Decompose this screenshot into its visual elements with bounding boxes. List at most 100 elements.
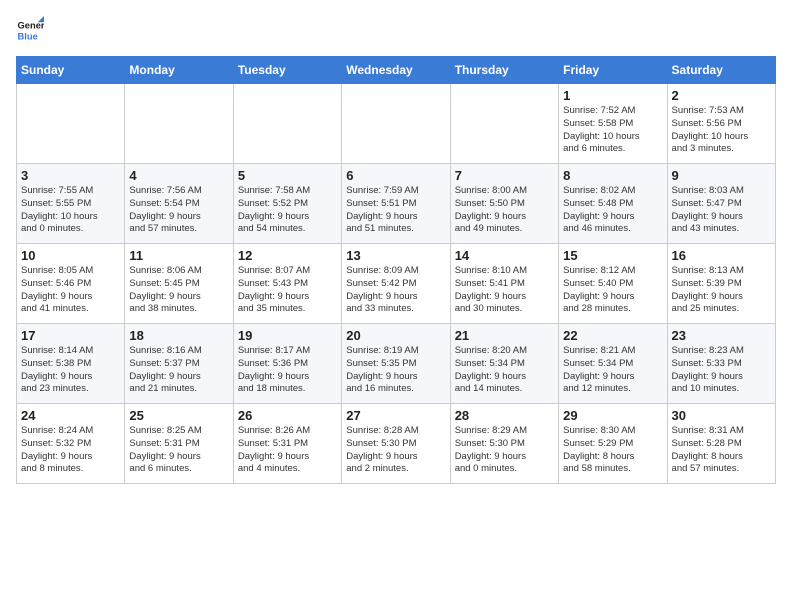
calendar-cell: 16 Sunrise: 8:13 AM Sunset: 5:39 PM Dayli… (667, 244, 775, 324)
day-header-saturday: Saturday (667, 57, 775, 84)
calendar-cell: 2Sunrise: 7:53 AM Sunset: 5:56 PM Daylig… (667, 84, 775, 164)
calendar-cell: 6 Sunrise: 7:59 AM Sunset: 5:51 PM Daylig… (342, 164, 450, 244)
day-header-friday: Friday (559, 57, 667, 84)
day-number: 10 (21, 248, 120, 263)
week-row-3: 10 Sunrise: 8:05 AM Sunset: 5:46 PM Dayli… (17, 244, 776, 324)
day-number: 27 (346, 408, 445, 423)
week-row-2: 3 Sunrise: 7:55 AM Sunset: 5:55 PM Daylig… (17, 164, 776, 244)
day-header-wednesday: Wednesday (342, 57, 450, 84)
calendar-cell: 19 Sunrise: 8:17 AM Sunset: 5:36 PM Dayli… (233, 324, 341, 404)
day-info: Sunrise: 8:31 AM Sunset: 5:28 PM Dayligh… (672, 425, 771, 476)
day-number: 19 (238, 328, 337, 343)
calendar-cell: 11 Sunrise: 8:06 AM Sunset: 5:45 PM Dayli… (125, 244, 233, 324)
day-number: 18 (129, 328, 228, 343)
day-info: Sunrise: 8:13 AM Sunset: 5:39 PM Dayligh… (672, 265, 771, 316)
day-info: Sunrise: 8:20 AM Sunset: 5:34 PM Dayligh… (455, 345, 554, 396)
day-number: 22 (563, 328, 662, 343)
day-info: Sunrise: 8:19 AM Sunset: 5:35 PM Dayligh… (346, 345, 445, 396)
calendar-cell: 29 Sunrise: 8:30 AM Sunset: 5:29 PM Dayli… (559, 404, 667, 484)
day-info: Sunrise: 8:07 AM Sunset: 5:43 PM Dayligh… (238, 265, 337, 316)
calendar-table: SundayMondayTuesdayWednesdayThursdayFrid… (16, 56, 776, 484)
calendar-cell: 13 Sunrise: 8:09 AM Sunset: 5:42 PM Dayli… (342, 244, 450, 324)
header-row: SundayMondayTuesdayWednesdayThursdayFrid… (17, 57, 776, 84)
calendar-cell: 9 Sunrise: 8:03 AM Sunset: 5:47 PM Daylig… (667, 164, 775, 244)
day-number: 30 (672, 408, 771, 423)
logo-icon: General Blue (16, 16, 44, 44)
day-number: 29 (563, 408, 662, 423)
day-number: 14 (455, 248, 554, 263)
day-info: Sunrise: 7:59 AM Sunset: 5:51 PM Dayligh… (346, 185, 445, 236)
day-info: Sunrise: 8:21 AM Sunset: 5:34 PM Dayligh… (563, 345, 662, 396)
day-number: 11 (129, 248, 228, 263)
calendar-cell: 21 Sunrise: 8:20 AM Sunset: 5:34 PM Dayli… (450, 324, 558, 404)
day-header-sunday: Sunday (17, 57, 125, 84)
day-info: Sunrise: 8:09 AM Sunset: 5:42 PM Dayligh… (346, 265, 445, 316)
week-row-5: 24Sunrise: 8:24 AM Sunset: 5:32 PM Dayli… (17, 404, 776, 484)
day-header-thursday: Thursday (450, 57, 558, 84)
day-number: 5 (238, 168, 337, 183)
day-info: Sunrise: 7:52 AM Sunset: 5:58 PM Dayligh… (563, 105, 662, 156)
day-info: Sunrise: 8:26 AM Sunset: 5:31 PM Dayligh… (238, 425, 337, 476)
calendar-cell: 14 Sunrise: 8:10 AM Sunset: 5:41 PM Dayli… (450, 244, 558, 324)
calendar-cell: 3 Sunrise: 7:55 AM Sunset: 5:55 PM Daylig… (17, 164, 125, 244)
day-number: 23 (672, 328, 771, 343)
week-row-4: 17 Sunrise: 8:14 AM Sunset: 5:38 PM Dayli… (17, 324, 776, 404)
day-number: 17 (21, 328, 120, 343)
calendar-cell: 22 Sunrise: 8:21 AM Sunset: 5:34 PM Dayli… (559, 324, 667, 404)
day-info: Sunrise: 8:10 AM Sunset: 5:41 PM Dayligh… (455, 265, 554, 316)
calendar-cell: 4 Sunrise: 7:56 AM Sunset: 5:54 PM Daylig… (125, 164, 233, 244)
calendar-cell: 18 Sunrise: 8:16 AM Sunset: 5:37 PM Dayli… (125, 324, 233, 404)
day-header-tuesday: Tuesday (233, 57, 341, 84)
day-number: 26 (238, 408, 337, 423)
day-info: Sunrise: 8:23 AM Sunset: 5:33 PM Dayligh… (672, 345, 771, 396)
day-info: Sunrise: 8:14 AM Sunset: 5:38 PM Dayligh… (21, 345, 120, 396)
day-number: 24 (21, 408, 120, 423)
day-info: Sunrise: 8:00 AM Sunset: 5:50 PM Dayligh… (455, 185, 554, 236)
day-number: 13 (346, 248, 445, 263)
calendar-cell: 12 Sunrise: 8:07 AM Sunset: 5:43 PM Dayli… (233, 244, 341, 324)
day-info: Sunrise: 8:29 AM Sunset: 5:30 PM Dayligh… (455, 425, 554, 476)
day-info: Sunrise: 7:55 AM Sunset: 5:55 PM Dayligh… (21, 185, 120, 236)
day-info: Sunrise: 8:12 AM Sunset: 5:40 PM Dayligh… (563, 265, 662, 316)
day-info: Sunrise: 8:16 AM Sunset: 5:37 PM Dayligh… (129, 345, 228, 396)
calendar-cell (17, 84, 125, 164)
day-number: 6 (346, 168, 445, 183)
calendar-cell: 8 Sunrise: 8:02 AM Sunset: 5:48 PM Daylig… (559, 164, 667, 244)
logo: General Blue (16, 16, 46, 44)
day-number: 28 (455, 408, 554, 423)
calendar-cell: 26 Sunrise: 8:26 AM Sunset: 5:31 PM Dayli… (233, 404, 341, 484)
day-number: 12 (238, 248, 337, 263)
day-number: 21 (455, 328, 554, 343)
day-header-monday: Monday (125, 57, 233, 84)
calendar-cell: 25Sunrise: 8:25 AM Sunset: 5:31 PM Dayli… (125, 404, 233, 484)
calendar-cell: 5 Sunrise: 7:58 AM Sunset: 5:52 PM Daylig… (233, 164, 341, 244)
calendar-cell: 24Sunrise: 8:24 AM Sunset: 5:32 PM Dayli… (17, 404, 125, 484)
day-info: Sunrise: 8:06 AM Sunset: 5:45 PM Dayligh… (129, 265, 228, 316)
calendar-cell: 17 Sunrise: 8:14 AM Sunset: 5:38 PM Dayli… (17, 324, 125, 404)
svg-text:Blue: Blue (18, 31, 38, 41)
day-info: Sunrise: 8:02 AM Sunset: 5:48 PM Dayligh… (563, 185, 662, 236)
day-number: 7 (455, 168, 554, 183)
day-info: Sunrise: 8:30 AM Sunset: 5:29 PM Dayligh… (563, 425, 662, 476)
calendar-cell: 30 Sunrise: 8:31 AM Sunset: 5:28 PM Dayli… (667, 404, 775, 484)
day-number: 16 (672, 248, 771, 263)
day-number: 9 (672, 168, 771, 183)
day-number: 3 (21, 168, 120, 183)
calendar-cell (450, 84, 558, 164)
day-number: 4 (129, 168, 228, 183)
day-info: Sunrise: 8:17 AM Sunset: 5:36 PM Dayligh… (238, 345, 337, 396)
day-info: Sunrise: 7:58 AM Sunset: 5:52 PM Dayligh… (238, 185, 337, 236)
calendar-cell (125, 84, 233, 164)
calendar-cell: 28 Sunrise: 8:29 AM Sunset: 5:30 PM Dayli… (450, 404, 558, 484)
week-row-1: 1 Sunrise: 7:52 AM Sunset: 5:58 PM Daylig… (17, 84, 776, 164)
day-info: Sunrise: 7:56 AM Sunset: 5:54 PM Dayligh… (129, 185, 228, 236)
calendar-cell: 27 Sunrise: 8:28 AM Sunset: 5:30 PM Dayli… (342, 404, 450, 484)
calendar-cell: 7 Sunrise: 8:00 AM Sunset: 5:50 PM Daylig… (450, 164, 558, 244)
day-number: 1 (563, 88, 662, 103)
day-info: Sunrise: 8:28 AM Sunset: 5:30 PM Dayligh… (346, 425, 445, 476)
day-number: 8 (563, 168, 662, 183)
day-info: Sunrise: 8:05 AM Sunset: 5:46 PM Dayligh… (21, 265, 120, 316)
day-info: Sunrise: 8:25 AM Sunset: 5:31 PM Dayligh… (129, 425, 228, 476)
day-number: 20 (346, 328, 445, 343)
day-info: Sunrise: 8:03 AM Sunset: 5:47 PM Dayligh… (672, 185, 771, 236)
